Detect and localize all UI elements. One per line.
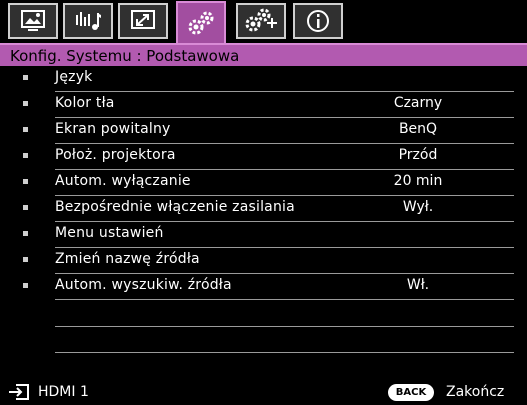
- tab-system-basic[interactable]: [176, 1, 226, 45]
- menu-item-language[interactable]: Język: [0, 66, 527, 92]
- tab-audio[interactable]: [63, 3, 113, 39]
- menu-item-label: Autom. wyszukiw. źródła: [55, 277, 232, 293]
- exit-label: Zakończ: [446, 384, 505, 400]
- bullet-icon: [23, 101, 28, 106]
- information-icon: [307, 10, 329, 32]
- menu-item-splash-screen[interactable]: Ekran powitalny BenQ: [0, 118, 527, 144]
- tab-picture[interactable]: [8, 3, 58, 39]
- menu-item-label: Bezpośrednie włączenie zasilania: [55, 199, 295, 215]
- menu-item-label: Zmień nazwę źródła: [55, 251, 200, 267]
- tab-display[interactable]: [118, 3, 168, 39]
- system-settings-advanced-icon: [245, 8, 277, 32]
- menu-item-auto-power-off[interactable]: Autom. wyłączanie 20 min: [0, 170, 527, 196]
- menu-item-value: Wł.: [406, 277, 430, 293]
- menu-item-value: Czarny: [393, 95, 443, 111]
- input-source-label: HDMI 1: [38, 384, 89, 400]
- menu-item-label: Autom. wyłączanie: [55, 173, 191, 189]
- menu-item-label: Kolor tła: [55, 95, 115, 111]
- menu-item-label: Ekran powitalny: [55, 121, 171, 137]
- bullet-icon: [23, 179, 28, 184]
- menu-item-label: Język: [55, 69, 93, 85]
- tab-system-advanced[interactable]: [236, 3, 286, 39]
- menu-tab-bar: [0, 0, 527, 45]
- bullet-icon: [23, 127, 28, 132]
- bullet-icon: [23, 283, 28, 288]
- menu-item-projector-position[interactable]: Położ. projektora Przód: [0, 144, 527, 170]
- menu-item-direct-power-on[interactable]: Bezpośrednie włączenie zasilania Wył.: [0, 196, 527, 222]
- menu-item-rename-source[interactable]: Zmień nazwę źródła: [0, 248, 527, 274]
- system-settings-basic-icon: [188, 11, 214, 35]
- menu-item-value: BenQ: [398, 121, 438, 137]
- menu-header: Konfig. Systemu : Podstawowa: [0, 43, 527, 66]
- menu-item-auto-source-search[interactable]: Autom. wyszukiw. źródła Wł.: [0, 274, 527, 300]
- divider: [55, 326, 514, 327]
- menu-item-label: Menu ustawień: [55, 225, 164, 241]
- back-button[interactable]: BACK: [388, 384, 434, 401]
- audio-settings-icon: [76, 12, 101, 30]
- menu-item-value: 20 min: [393, 173, 443, 189]
- settings-list: Język Kolor tła Czarny Ekran powitalny B…: [0, 66, 527, 366]
- picture-icon: [21, 10, 45, 31]
- bullet-icon: [23, 75, 28, 80]
- menu-item-menu-settings[interactable]: Menu ustawień: [0, 222, 527, 248]
- bullet-icon: [23, 231, 28, 236]
- status-bar: HDMI 1 BACK Zakończ: [0, 380, 527, 405]
- bullet-icon: [23, 205, 28, 210]
- bullet-icon: [23, 257, 28, 262]
- tab-information[interactable]: [293, 3, 343, 39]
- bullet-icon: [23, 153, 28, 158]
- menu-item-value: Wył.: [402, 199, 434, 215]
- input-source-icon: [9, 384, 29, 400]
- menu-item-value: Przód: [398, 147, 438, 163]
- menu-item-background-color[interactable]: Kolor tła Czarny: [0, 92, 527, 118]
- display-icon: [131, 10, 155, 29]
- menu-item-label: Położ. projektora: [55, 147, 176, 163]
- page-title: Konfig. Systemu : Podstawowa: [10, 47, 240, 65]
- divider: [55, 299, 514, 300]
- divider: [55, 352, 514, 353]
